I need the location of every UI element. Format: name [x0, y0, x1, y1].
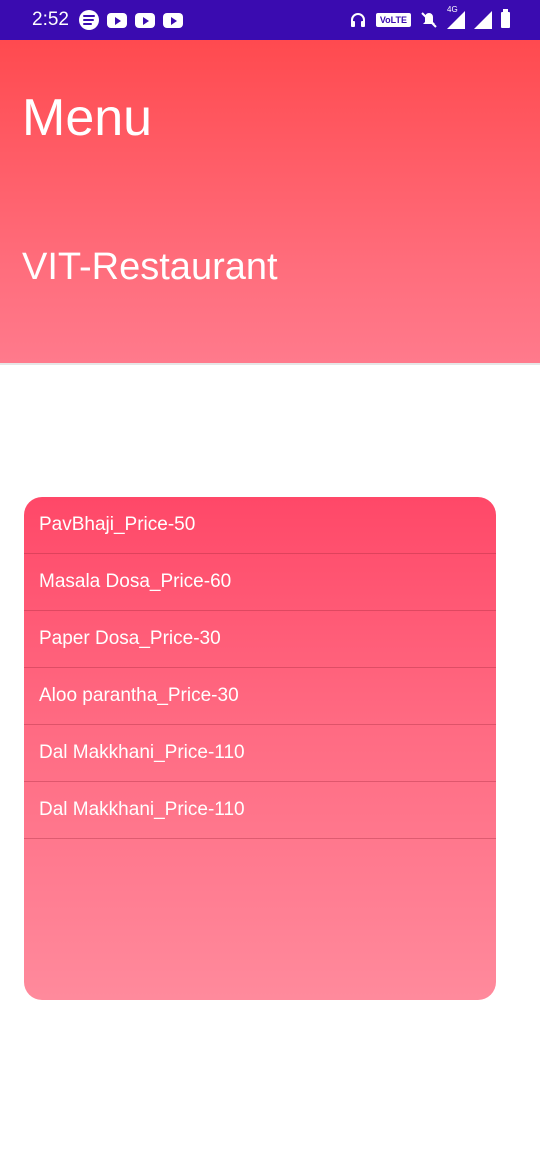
- menu-list: PavBhaji_Price-50 Masala Dosa_Price-60 P…: [24, 497, 496, 839]
- menu-item[interactable]: Aloo parantha_Price-30: [24, 668, 496, 725]
- signal-icon: [474, 11, 492, 29]
- signal-icon: 4G: [447, 5, 465, 29]
- status-bar: 2:52 VoLTE 4G: [0, 0, 540, 40]
- spotify-icon: [79, 10, 99, 30]
- header-divider: [0, 363, 540, 365]
- notification-icons: [79, 10, 183, 30]
- menu-item[interactable]: PavBhaji_Price-50: [24, 497, 496, 554]
- headphones-icon: [350, 13, 365, 27]
- network-type: 4G: [447, 5, 458, 14]
- system-icons: VoLTE 4G: [349, 5, 510, 31]
- mute-icon: [421, 12, 437, 28]
- youtube-icon: [135, 12, 155, 28]
- youtube-icon: [107, 12, 127, 28]
- menu-item[interactable]: Paper Dosa_Price-30: [24, 611, 496, 668]
- menu-item[interactable]: Dal Makkhani_Price-110: [24, 725, 496, 782]
- menu-item[interactable]: Masala Dosa_Price-60: [24, 554, 496, 611]
- page-title: Menu: [22, 89, 153, 147]
- youtube-icon: [163, 12, 183, 28]
- battery-icon: [501, 9, 510, 28]
- app-header: Menu VIT-Restaurant: [0, 40, 540, 363]
- status-time: 2:52: [32, 9, 69, 30]
- menu-card: PavBhaji_Price-50 Masala Dosa_Price-60 P…: [24, 497, 496, 1000]
- menu-item[interactable]: Dal Makkhani_Price-110: [24, 782, 496, 839]
- restaurant-name: VIT-Restaurant: [22, 246, 278, 288]
- volte-badge: VoLTE: [375, 13, 411, 27]
